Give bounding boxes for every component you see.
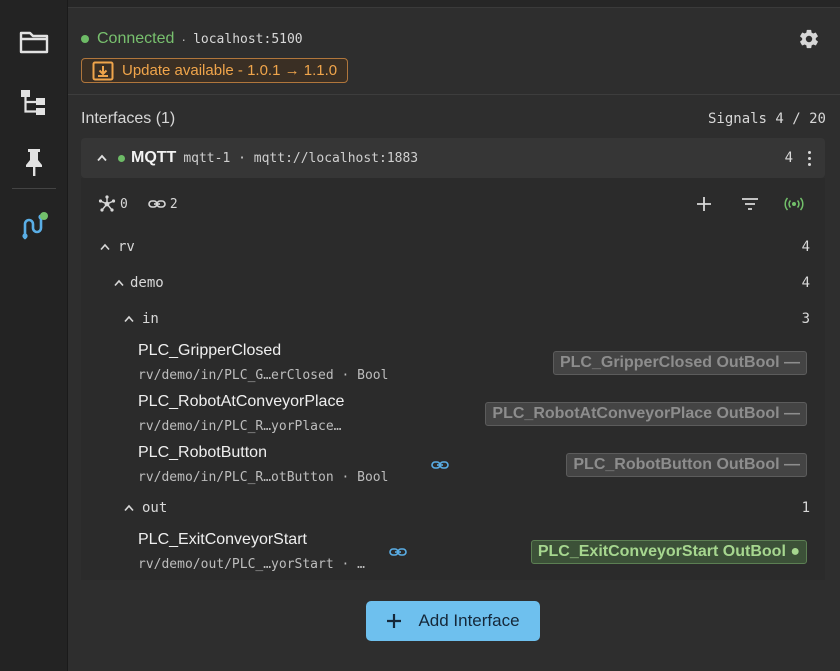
connected-dot [81,35,89,43]
interface-id: mqtt-1 · mqtt://localhost:1883 [183,150,419,166]
update-label: Update available - 1.0.1 → 1.1.0 [122,62,338,79]
add-signal-button[interactable] [692,192,716,216]
tree-node-count: 3 [801,311,810,327]
signals-count: Signals 4 / 20 [707,111,826,127]
hierarchy-button[interactable] [14,82,54,122]
hierarchy-icon [21,90,45,115]
nodes-count: 0 [120,196,128,212]
tree-node-count: 4 [801,275,810,291]
add-icon [697,197,711,211]
signal-name[interactable]: PLC_RobotButton [138,444,267,462]
interfaces-button[interactable] [14,206,54,246]
update-available-badge[interactable]: Update available - 1.0.1 → 1.1.0 [81,58,349,83]
folder-icon [19,31,49,54]
signal-mapping-pill[interactable]: PLC_RobotAtConveyorPlace OutBool — [485,402,807,426]
connection-status-text: Connected [97,30,175,47]
signal-name[interactable]: PLC_GripperClosed [138,342,281,360]
filter-icon [742,198,758,210]
interface-header-mqtt[interactable]: MQTT mqtt-1 · mqtt://localhost:1883 4 [81,138,825,178]
connection-status: Connected · localhost:5100 [81,30,303,48]
add-interface-label: Add Interface [418,611,520,630]
activity-bar [0,0,68,671]
connection-separator: · [181,31,187,47]
nodes-stat: 0 [98,195,128,213]
nodes-icon [98,195,116,212]
tree-node-label: demo [130,275,164,291]
main-panel: Connected · localhost:5100 Update availa… [68,0,840,671]
chevron-up-icon [124,315,134,323]
tree-node-out[interactable]: out [124,500,167,516]
status-dot [40,212,48,220]
tree-node-count: 1 [801,500,810,516]
chevron-up-icon [97,154,107,162]
filter-button[interactable] [738,192,762,216]
tree-node-label: rv [118,239,135,255]
folder-button[interactable] [14,22,54,62]
settings-button[interactable] [798,28,820,50]
links-stat: 2 [148,197,178,212]
more-options-button[interactable] [801,148,817,168]
tree-node-rv[interactable]: rv [100,239,135,255]
signal-path: rv/demo/in/PLC_R…otButton · Bool [138,470,389,485]
tree-node-demo[interactable]: demo [114,275,164,291]
connection-host: localhost:5100 [193,31,303,47]
signal-path: rv/demo/in/PLC_G…erClosed · Bool [138,368,389,383]
interface-status-dot [118,154,125,162]
signal-mapping-pill[interactable]: PLC_RobotButton OutBool — [566,453,807,477]
tree-node-label: out [142,500,168,516]
chevron-up-icon [100,243,110,251]
signal-mapping-pill[interactable]: PLC_GripperClosed OutBool — [552,351,807,375]
top-strip [68,0,840,8]
tree-node-count: 4 [801,239,810,255]
chevron-up-icon [114,279,124,287]
broadcast-icon [784,197,804,211]
add-interface-button[interactable]: Add Interface [366,601,540,641]
interfaces-title: Interfaces (1) [81,110,176,127]
gear-icon [800,29,818,49]
download-icon [92,61,114,80]
pin-button[interactable] [14,142,54,182]
interface-name: MQTT [131,149,177,166]
link-icon[interactable] [389,546,407,558]
signal-name[interactable]: PLC_RobotAtConveyorPlace [138,393,344,411]
interface-signal-count: 4 [784,150,793,166]
pin-icon [26,149,42,176]
broadcast-button[interactable] [782,192,806,216]
chevron-up-icon [124,504,134,512]
links-count: 2 [169,196,178,212]
signal-name[interactable]: PLC_ExitConveyorStart [138,531,307,549]
signal-path: rv/demo/in/PLC_R…yorPlace… [138,419,342,434]
header-divider [68,94,840,95]
activity-divider [12,188,56,189]
link-icon[interactable] [431,459,449,471]
link-icon [148,200,166,208]
interface-stats: 0 2 [98,195,198,213]
signal-mapping-pill-active[interactable]: PLC_ExitConveyorStart OutBool ● [530,540,807,564]
tree-node-in[interactable]: in [124,311,159,327]
signal-path: rv/demo/out/PLC_…yorStart · … [138,557,365,572]
collapse-chevron[interactable] [97,154,107,162]
tree-node-label: in [142,311,159,327]
plus-icon [387,614,402,628]
